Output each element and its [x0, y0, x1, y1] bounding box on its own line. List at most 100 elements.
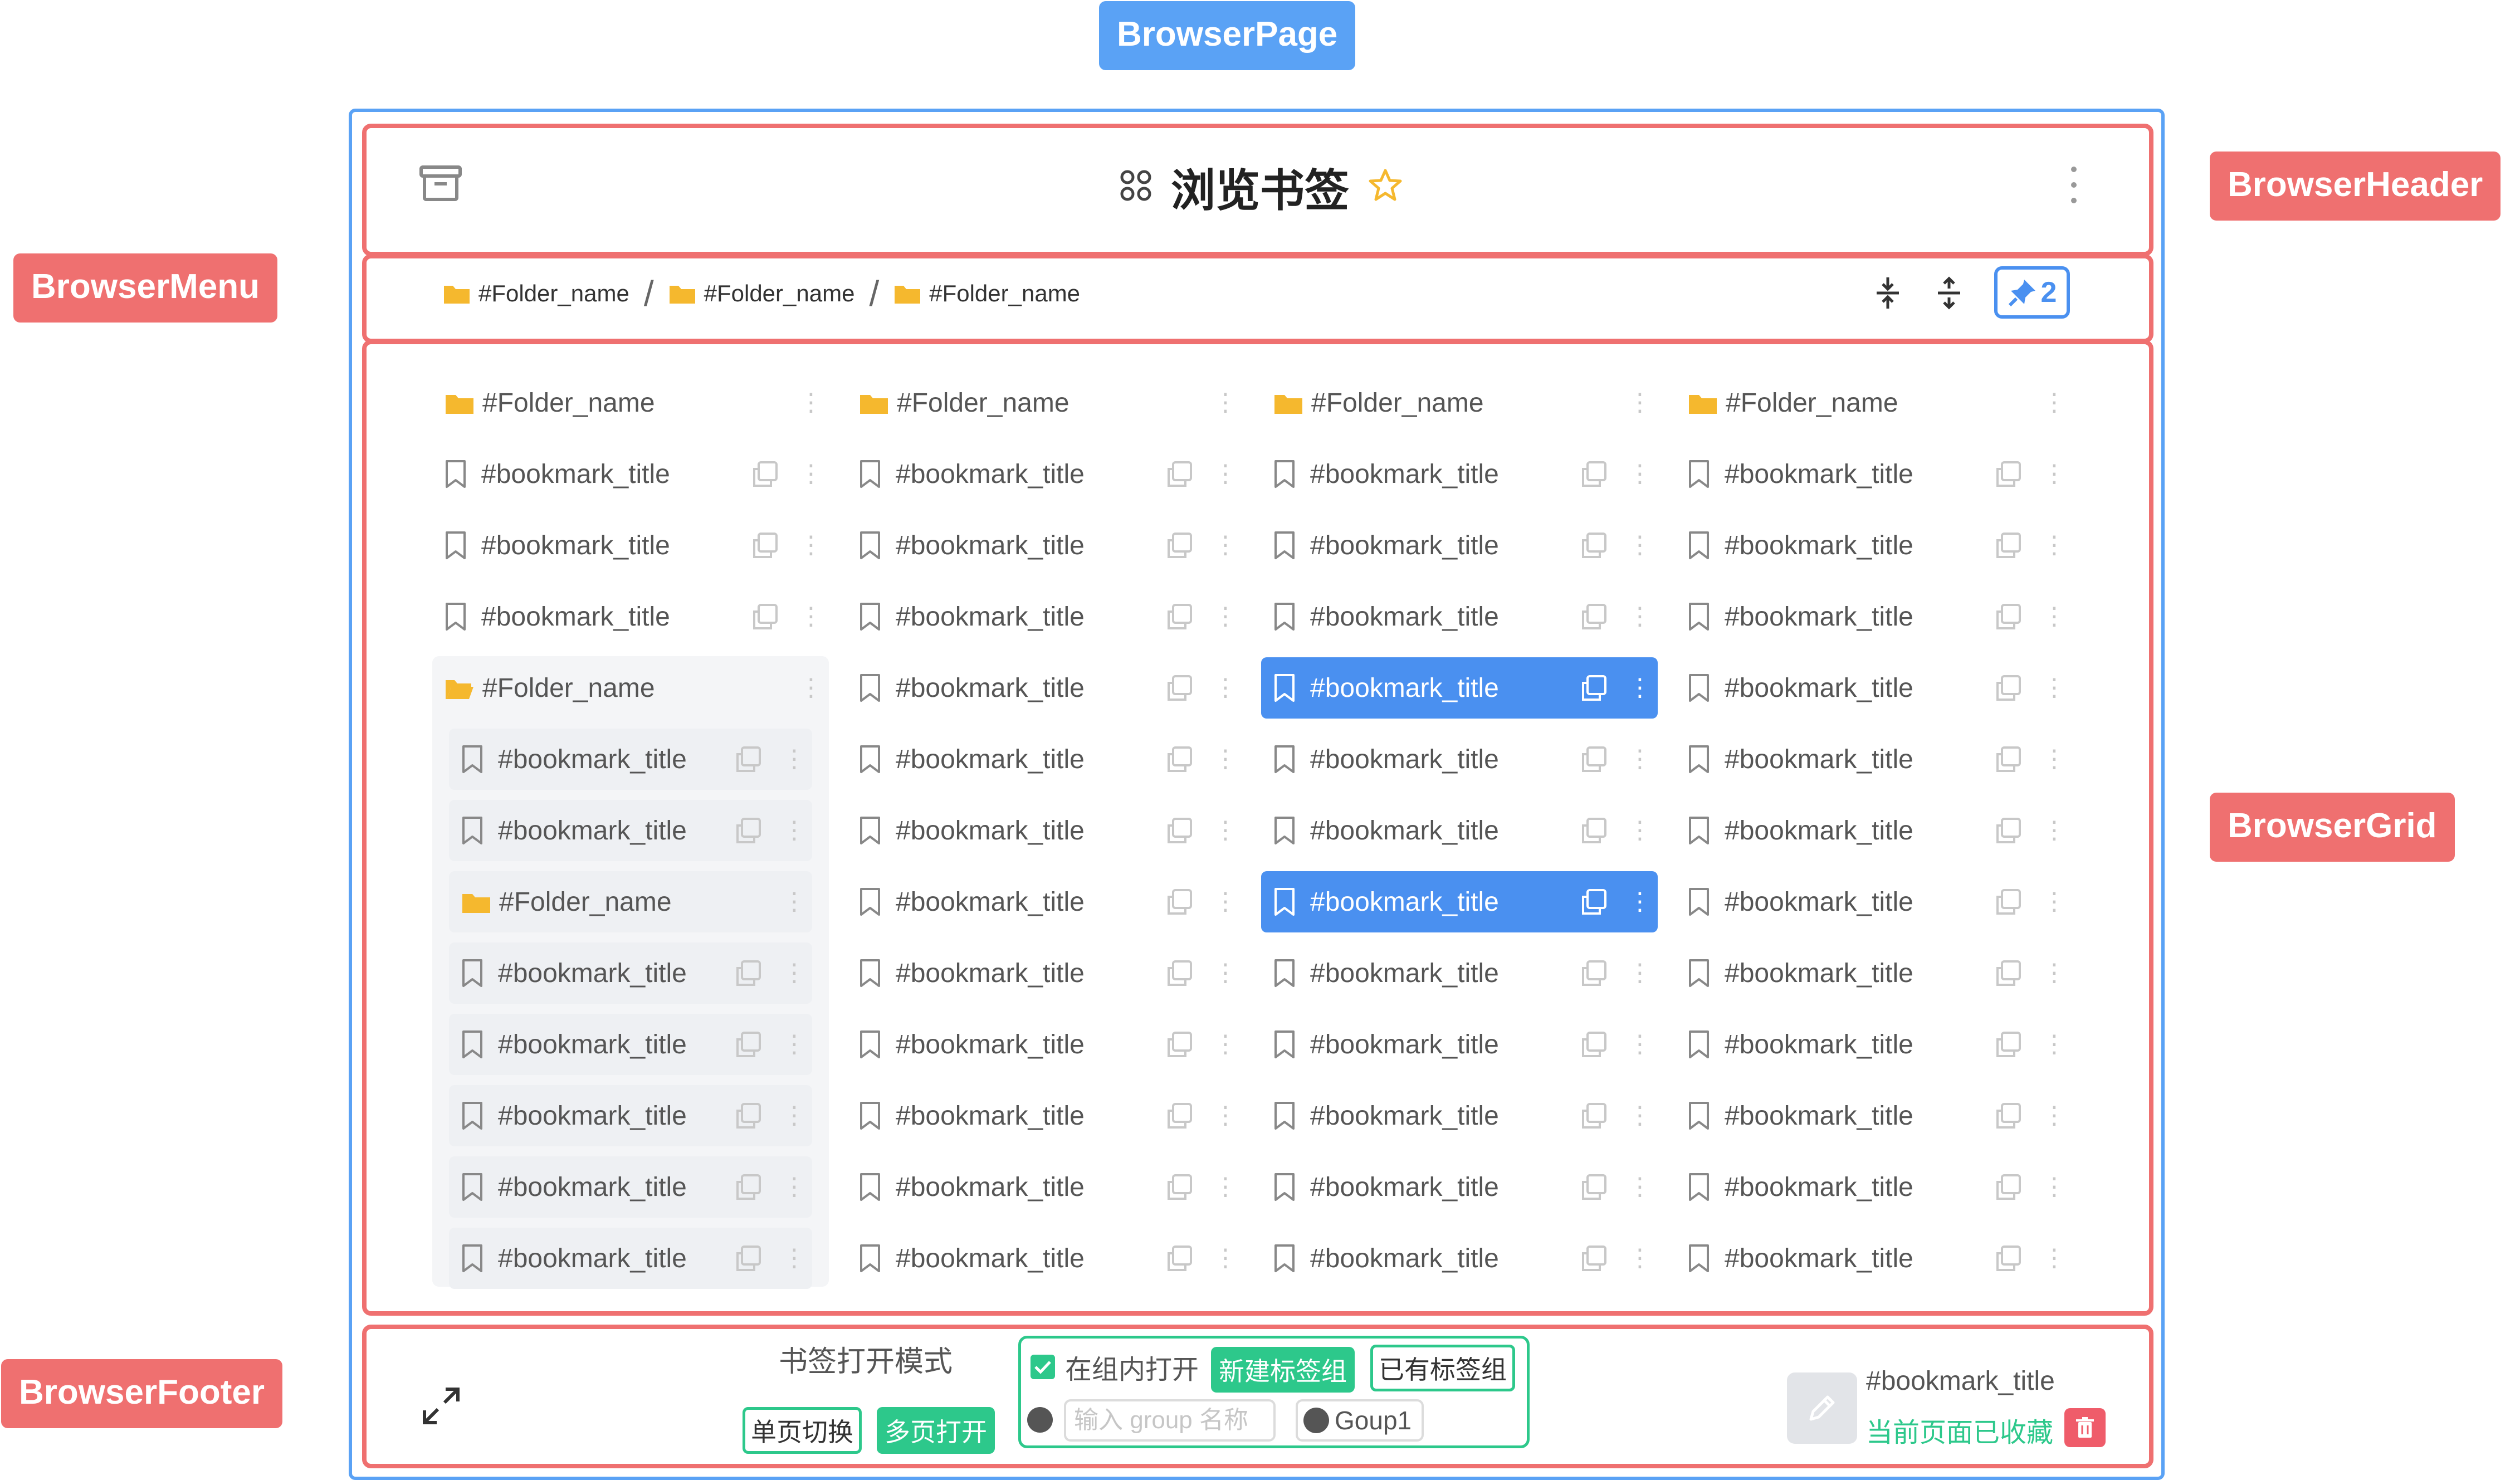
- folder-item[interactable]: #Folder_name ⋮: [1676, 372, 2072, 433]
- more-vertical-icon[interactable]: ⋮: [1628, 390, 1652, 415]
- bookmark-item[interactable]: #bookmark_title ⋮: [847, 443, 1243, 505]
- bookmark-item[interactable]: #bookmark_title ⋮: [1261, 1014, 1658, 1075]
- more-vertical-icon[interactable]: ⋮: [2042, 1175, 2067, 1199]
- bookmark-item[interactable]: #bookmark_title ⋮: [847, 657, 1243, 719]
- folder-item[interactable]: #Folder_name ⋮: [449, 871, 812, 932]
- copy-icon[interactable]: [734, 1244, 762, 1272]
- copy-icon[interactable]: [1165, 1173, 1193, 1201]
- bookmark-item[interactable]: #bookmark_title ⋮: [1261, 1228, 1658, 1289]
- more-vertical-icon[interactable]: ⋮: [1213, 1032, 1238, 1057]
- more-vertical-icon[interactable]: ⋮: [1628, 533, 1652, 558]
- archive-icon[interactable]: [419, 164, 462, 203]
- copy-icon[interactable]: [734, 1173, 762, 1201]
- more-vertical-icon[interactable]: ⋮: [1628, 1175, 1652, 1199]
- more-vertical-icon[interactable]: ⋮: [799, 604, 823, 629]
- new-group-button[interactable]: 新建标签组: [1211, 1347, 1355, 1393]
- copy-icon[interactable]: [1994, 1030, 2022, 1058]
- copy-icon[interactable]: [1994, 1102, 2022, 1130]
- bookmark-item[interactable]: #bookmark_title ⋮: [432, 515, 829, 576]
- more-vertical-icon[interactable]: ⋮: [799, 462, 823, 486]
- open-in-group-checkbox[interactable]: 在组内打开: [1029, 1350, 1199, 1385]
- copy-icon[interactable]: [1580, 1030, 1608, 1058]
- copy-icon[interactable]: [1165, 1102, 1193, 1130]
- copy-icon[interactable]: [1994, 531, 2022, 559]
- copy-icon[interactable]: [1165, 531, 1193, 559]
- collapse-icon[interactable]: [1874, 276, 1902, 310]
- bookmark-item[interactable]: #bookmark_title ⋮: [449, 800, 812, 861]
- bookmark-item[interactable]: #bookmark_title ⋮: [1261, 729, 1658, 790]
- more-vertical-icon[interactable]: ⋮: [1213, 747, 1238, 771]
- more-vertical-icon[interactable]: ⋮: [1213, 462, 1238, 486]
- copy-icon[interactable]: [1165, 460, 1193, 488]
- bookmark-item[interactable]: #bookmark_title ⋮: [1676, 657, 2072, 719]
- copy-icon[interactable]: [1165, 603, 1193, 631]
- more-vertical-icon[interactable]: ⋮: [1628, 747, 1652, 771]
- copy-icon[interactable]: [1580, 674, 1608, 702]
- copy-icon[interactable]: [1580, 745, 1608, 773]
- copy-icon[interactable]: [1580, 959, 1608, 987]
- bookmark-item[interactable]: #bookmark_title ⋮: [1261, 800, 1658, 861]
- bookmark-item[interactable]: #bookmark_title ⋮: [847, 1156, 1243, 1218]
- copy-icon[interactable]: [734, 1102, 762, 1130]
- bookmark-item[interactable]: #bookmark_title ⋮: [1676, 586, 2072, 647]
- copy-icon[interactable]: [1994, 959, 2022, 987]
- bookmark-item[interactable]: #bookmark_title ⋮: [1261, 443, 1658, 505]
- bookmark-item[interactable]: #bookmark_title ⋮: [1261, 871, 1658, 932]
- more-vertical-icon[interactable]: ⋮: [1213, 533, 1238, 558]
- copy-icon[interactable]: [734, 745, 762, 773]
- copy-icon[interactable]: [734, 817, 762, 844]
- copy-icon[interactable]: [1994, 460, 2022, 488]
- bookmark-item[interactable]: #bookmark_title ⋮: [1676, 800, 2072, 861]
- copy-icon[interactable]: [1165, 745, 1193, 773]
- bookmark-item[interactable]: #bookmark_title ⋮: [1261, 657, 1658, 719]
- more-vertical-icon[interactable]: ⋮: [1213, 1103, 1238, 1128]
- copy-icon[interactable]: [1165, 1244, 1193, 1272]
- bookmark-item[interactable]: #bookmark_title ⋮: [449, 1228, 812, 1289]
- bookmark-item[interactable]: #bookmark_title ⋮: [847, 871, 1243, 932]
- folder-item[interactable]: #Folder_name ⋮: [847, 372, 1243, 433]
- copy-icon[interactable]: [1165, 817, 1193, 844]
- bookmark-item[interactable]: #bookmark_title ⋮: [449, 1156, 812, 1218]
- more-vertical-icon[interactable]: ⋮: [2042, 390, 2067, 415]
- more-vertical-icon[interactable]: ⋮: [2042, 818, 2067, 843]
- copy-icon[interactable]: [1580, 1173, 1608, 1201]
- bookmark-item[interactable]: #bookmark_title ⋮: [432, 443, 829, 505]
- more-vertical-icon[interactable]: ⋮: [782, 1175, 807, 1199]
- group-name-input[interactable]: 输入 group 名称: [1064, 1399, 1276, 1442]
- bookmark-item[interactable]: #bookmark_title ⋮: [1676, 1228, 2072, 1289]
- bookmark-item[interactable]: #bookmark_title ⋮: [847, 729, 1243, 790]
- copy-icon[interactable]: [1165, 674, 1193, 702]
- copy-icon[interactable]: [1994, 745, 2022, 773]
- more-vertical-icon[interactable]: ⋮: [799, 533, 823, 558]
- expand-icon[interactable]: [1935, 276, 1963, 310]
- bookmark-item[interactable]: #bookmark_title ⋮: [847, 1014, 1243, 1075]
- bookmark-item[interactable]: #bookmark_title ⋮: [847, 586, 1243, 647]
- more-vertical-icon[interactable]: ⋮: [1628, 961, 1652, 985]
- more-vertical-icon[interactable]: ⋮: [782, 890, 807, 914]
- more-vertical-icon[interactable]: ⋮: [2042, 1103, 2067, 1128]
- bookmark-item[interactable]: #bookmark_title ⋮: [1676, 1085, 2072, 1146]
- more-vertical-icon[interactable]: ⋮: [1213, 818, 1238, 843]
- bookmark-item[interactable]: #bookmark_title ⋮: [1676, 1156, 2072, 1218]
- existing-group-button[interactable]: 已有标签组: [1370, 1345, 1515, 1391]
- copy-icon[interactable]: [1580, 460, 1608, 488]
- copy-icon[interactable]: [1994, 603, 2022, 631]
- more-vertical-icon[interactable]: ⋮: [1628, 462, 1652, 486]
- fullscreen-icon[interactable]: [421, 1386, 461, 1426]
- pinned-button[interactable]: 2: [1994, 266, 2070, 319]
- more-vertical-icon[interactable]: ⋮: [1213, 604, 1238, 629]
- bookmark-item[interactable]: #bookmark_title ⋮: [449, 942, 812, 1004]
- copy-icon[interactable]: [1165, 959, 1193, 987]
- more-vertical-icon[interactable]: ⋮: [1213, 390, 1238, 415]
- more-vertical-icon[interactable]: ⋮: [1628, 818, 1652, 843]
- copy-icon[interactable]: [1580, 1244, 1608, 1272]
- more-vertical-icon[interactable]: ⋮: [782, 961, 807, 985]
- copy-icon[interactable]: [734, 1030, 762, 1058]
- single-page-button[interactable]: 单页切换: [743, 1407, 862, 1454]
- more-vertical-icon[interactable]: ⋮: [799, 676, 823, 700]
- more-vertical-icon[interactable]: ⋮: [2042, 462, 2067, 486]
- bookmark-item[interactable]: #bookmark_title ⋮: [1676, 871, 2072, 932]
- more-vertical-icon[interactable]: ⋮: [2042, 1032, 2067, 1057]
- more-vertical-icon[interactable]: ⋮: [782, 1103, 807, 1128]
- more-vertical-icon[interactable]: ⋮: [2042, 533, 2067, 558]
